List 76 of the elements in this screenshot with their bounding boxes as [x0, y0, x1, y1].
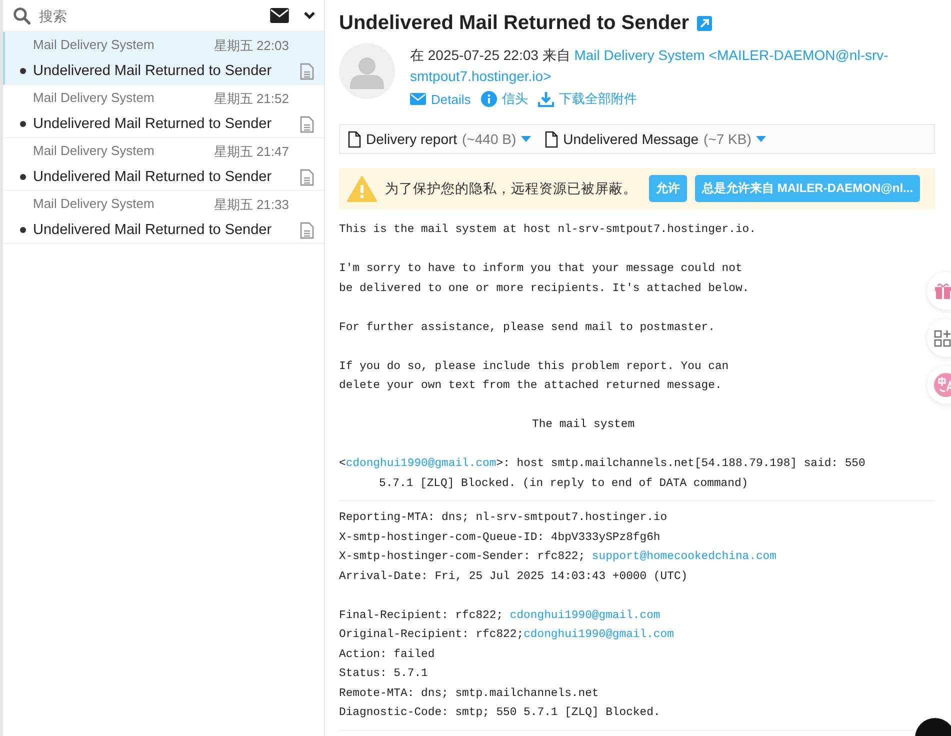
body-text-line: For further assistance, please send mail to postmaster.: [339, 320, 715, 336]
message-time: 星期五 21:52: [214, 90, 289, 108]
email-link[interactable]: cdonghui1990@gmail.com: [524, 629, 674, 641]
attachment-link[interactable]: Delivery report (~440 B): [348, 130, 532, 148]
report-text-line: Action: failed: [339, 648, 435, 662]
document-icon: [300, 116, 314, 132]
report-text-line: Remote-MTA: dns; smtp.mailchannels.net: [339, 686, 599, 702]
report-text-line: Original-Recipient: rfc822;cdonghui1990@gmail.com: [339, 628, 674, 643]
body-text-line: This is the mail system at host nl-srv-smtpout7.hostinger.io.: [339, 222, 756, 238]
body-text-line: be delivered to one or more recipients. It's attached below.: [339, 282, 750, 296]
message-item[interactable]: Mail Delivery System 星期五 22:03 Undelivered Mail Returned to Sender: [3, 32, 324, 85]
report-text-line: Arrival-Date: Fri, 25 Jul 2025 14:03:43 +0000 (UTC): [339, 570, 688, 584]
body-text-line: I'm sorry to have to inform you that your message could not: [339, 262, 742, 277]
email-link[interactable]: support@homecookedchina.com: [592, 551, 776, 563]
document-icon: [300, 222, 314, 238]
chevron-down-icon[interactable]: [303, 11, 316, 20]
body-text-line: The mail system: [532, 418, 635, 433]
allow-button[interactable]: 允许: [649, 175, 687, 202]
report-text-line: Final-Recipient: rfc822; cdonghui1990@gmail.com: [339, 608, 660, 624]
header-action-link[interactable]: 下载全部附件: [538, 90, 637, 108]
body-text-line: delete your own text from the attached returned message.: [339, 378, 722, 394]
report-text-line: X-smtp-hostinger-com-Queue-ID: 4bpV333ySPz8fg6h: [339, 530, 660, 546]
unread-dot-icon: [20, 227, 26, 233]
message-subject: Undelivered Mail Returned to Sender: [33, 169, 273, 185]
external-link-icon[interactable]: [697, 16, 712, 31]
sender-link[interactable]: Mail Delivery System <MAILER-DAEMON@nl-srv-: [574, 47, 888, 63]
body-text-line: <cdonghui1990@gmail.com>: host smtp.mailchannels.net[54.188.79.198] said: 550: [339, 456, 866, 472]
document-icon: [300, 168, 314, 186]
notice-text: 为了保护您的隐私，远程资源已被屏蔽。: [385, 180, 637, 198]
report-text-line: X-smtp-hostinger-com-Sender: rfc822; support@homecookedchina.com: [339, 550, 776, 565]
apps-grid-icon: [934, 330, 951, 346]
message-subject: Undelivered Mail Returned to Sender: [33, 222, 273, 238]
document-icon: [300, 62, 314, 80]
message-item[interactable]: Mail Delivery System 星期五 21:52 Undelivered Mail Returned to Sender: [3, 85, 324, 138]
sender-name: Mail Delivery System: [33, 142, 154, 160]
sender-name: Mail Delivery System: [33, 90, 154, 107]
body-text-line: If you do so, please include this problem report. You can: [339, 360, 729, 374]
translate-icon: [934, 373, 951, 397]
body-text-line: 5.7.1 [ZLQ] Blocked. (in reply to end of DATA command): [379, 476, 748, 492]
email-link[interactable]: cdonghui1990@gmail.com: [510, 610, 660, 622]
message-item[interactable]: Mail Delivery System 星期五 21:33 Undelivered Mail Returned to Sender: [3, 191, 324, 244]
message-time: 星期五 21:47: [214, 142, 289, 160]
envelope-icon: [410, 93, 426, 105]
file-icon: [545, 130, 558, 148]
sender-link[interactable]: smtpout7.hostinger.io>: [410, 68, 552, 84]
download-icon: [538, 91, 554, 107]
header-action-link[interactable]: Details: [410, 90, 471, 108]
avatar-icon: [339, 43, 395, 99]
sender-name: Mail Delivery System: [33, 36, 154, 54]
info-icon: [480, 91, 497, 107]
search-icon: [13, 6, 31, 24]
unread-dot-icon: [20, 68, 26, 74]
message-time: 星期五 22:03: [214, 36, 289, 54]
report-text-line: Status: 5.7.1: [339, 667, 428, 682]
caret-icon: [756, 136, 766, 142]
warning-icon: [347, 176, 377, 202]
search-field[interactable]: 搜索: [37, 6, 264, 24]
email-link[interactable]: cdonghui1990@gmail.com: [346, 458, 496, 470]
caret-icon: [521, 136, 532, 142]
message-item[interactable]: Mail Delivery System 星期五 21:47 Undelivered Mail Returned to Sender: [3, 138, 324, 191]
unread-dot-icon: [20, 121, 26, 127]
file-icon: [348, 130, 361, 148]
attachment-link[interactable]: Undelivered Message (~7 KB): [545, 130, 766, 148]
message-subject: Undelivered Mail Returned to Sender: [33, 116, 273, 132]
message-subject: Undelivered Mail Returned to Sender: [33, 63, 273, 79]
message-time: 星期五 21:33: [214, 196, 289, 214]
report-text-line: Diagnostic-Code: smtp; 550 5.7.1 [ZLQ] Blocked.: [339, 706, 660, 721]
gift-icon: [934, 282, 951, 300]
report-text-line: Reporting-MTA: dns; nl-srv-smtpout7.hostinger.io: [339, 510, 668, 526]
allow-button[interactable]: 总是允许来自 MAILER-DAEMON@nl...: [695, 175, 920, 202]
date-text: 在 2025-07-25 22:03 来自: [410, 47, 570, 63]
sender-name: Mail Delivery System: [33, 196, 154, 213]
header-action-link[interactable]: 信头: [480, 90, 528, 108]
unread-dot-icon: [20, 174, 26, 180]
mail-subject: Undelivered Mail Returned to Sender: [339, 12, 690, 35]
envelope-icon[interactable]: [270, 8, 289, 23]
